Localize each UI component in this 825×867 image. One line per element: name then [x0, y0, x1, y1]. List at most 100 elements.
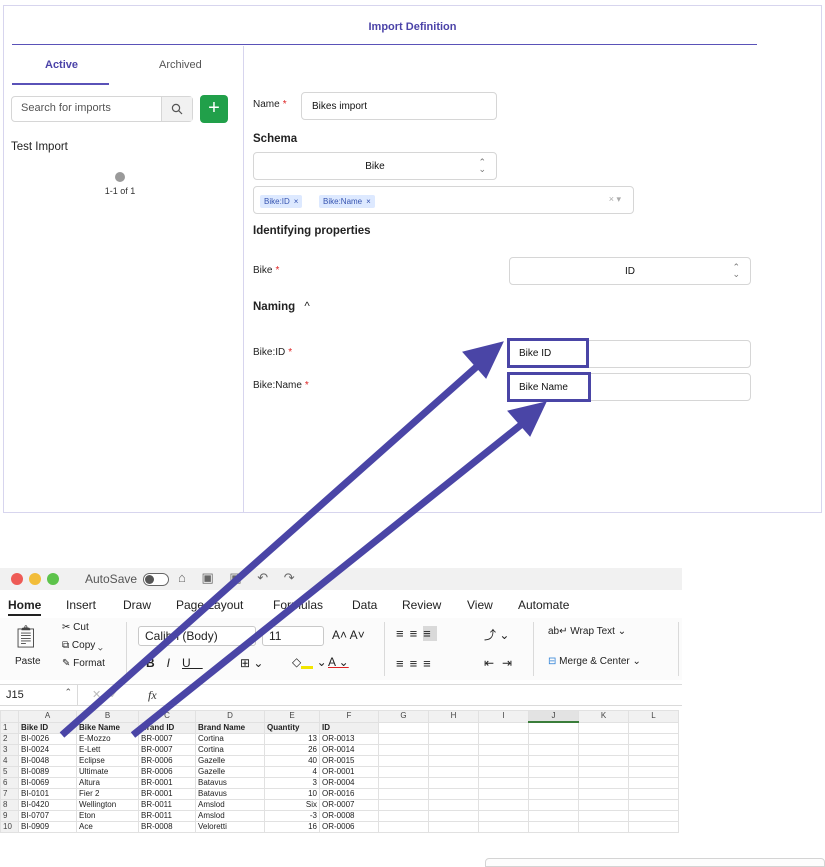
autosave-toggle[interactable]: [143, 573, 169, 586]
pagination-dot[interactable]: [115, 172, 125, 182]
table-cell[interactable]: 3: [264, 776, 320, 789]
cut-button[interactable]: ✂︎ Cut: [62, 622, 89, 633]
row-header[interactable]: 5: [0, 765, 19, 778]
table-cell[interactable]: -3: [264, 809, 320, 822]
chip-remove-icon[interactable]: ×: [366, 197, 371, 206]
table-cell[interactable]: Gazelle: [195, 754, 265, 767]
table-cell[interactable]: [478, 732, 529, 745]
table-cell[interactable]: BR-0007: [138, 732, 196, 745]
table-cell[interactable]: OR-0007: [319, 798, 379, 811]
row-header[interactable]: 9: [0, 809, 19, 822]
table-cell[interactable]: BI-0909: [18, 820, 77, 833]
table-cell[interactable]: BR-0008: [138, 820, 196, 833]
table-cell[interactable]: [578, 787, 629, 800]
table-cell[interactable]: [378, 776, 429, 789]
tab-archived[interactable]: Archived: [159, 59, 202, 71]
quick-access-icons[interactable]: ⌂ ▣ ▣ ↶ ↷: [178, 570, 301, 586]
table-cell[interactable]: [478, 820, 529, 833]
table-cell[interactable]: 40: [264, 754, 320, 767]
table-cell[interactable]: 10: [264, 787, 320, 800]
table-cell[interactable]: [528, 743, 579, 756]
table-cell[interactable]: Bike ID: [18, 721, 77, 734]
table-cell[interactable]: [628, 743, 679, 756]
table-cell[interactable]: [578, 721, 629, 734]
table-cell[interactable]: BR-0001: [138, 787, 196, 800]
bold-italic-underline-icons[interactable]: BIU: [146, 656, 203, 670]
table-cell[interactable]: [478, 798, 529, 811]
table-cell[interactable]: [578, 732, 629, 745]
menu-tab-formulas[interactable]: Formulas: [273, 598, 323, 612]
identifying-property-select[interactable]: ID ⌃ ⌄: [509, 257, 751, 285]
table-cell[interactable]: [628, 787, 679, 800]
search-input[interactable]: [21, 102, 161, 114]
table-cell[interactable]: [478, 721, 529, 734]
table-cell[interactable]: OR-0008: [319, 809, 379, 822]
table-cell[interactable]: Batavus: [195, 776, 265, 789]
table-cell[interactable]: [578, 754, 629, 767]
column-header[interactable]: A: [18, 710, 77, 723]
table-cell[interactable]: BI-0048: [18, 754, 77, 767]
table-cell[interactable]: Eclipse: [76, 754, 139, 767]
table-cell[interactable]: 16: [264, 820, 320, 833]
merge-center-button[interactable]: ⊟ Merge & Center ⌄: [548, 656, 641, 667]
table-cell[interactable]: Brand Name: [195, 721, 265, 734]
table-cell[interactable]: BI-0089: [18, 765, 77, 778]
table-cell[interactable]: [528, 776, 579, 789]
column-header[interactable]: F: [319, 710, 379, 723]
table-cell[interactable]: Amslod: [195, 798, 265, 811]
table-cell[interactable]: E-Mozzo: [76, 732, 139, 745]
table-cell[interactable]: [628, 721, 679, 734]
table-cell[interactable]: [478, 787, 529, 800]
table-cell[interactable]: [478, 809, 529, 822]
table-cell[interactable]: BI-0026: [18, 732, 77, 745]
menu-tab-insert[interactable]: Insert: [66, 598, 96, 612]
schema-properties-multiselect[interactable]: Bike:ID × Bike:Name × × ▾: [253, 186, 634, 214]
fx-icon[interactable]: fx: [148, 688, 157, 703]
table-cell[interactable]: [378, 798, 429, 811]
table-cell[interactable]: [378, 765, 429, 778]
column-header[interactable]: G: [378, 710, 429, 723]
row-header[interactable]: 8: [0, 798, 19, 811]
paste-button[interactable]: Paste: [15, 656, 41, 667]
table-cell[interactable]: OR-0014: [319, 743, 379, 756]
table-cell[interactable]: OR-0004: [319, 776, 379, 789]
column-header[interactable]: H: [428, 710, 479, 723]
table-cell[interactable]: Six: [264, 798, 320, 811]
menu-tab-home[interactable]: Home: [8, 598, 42, 616]
table-cell[interactable]: [478, 776, 529, 789]
row-header[interactable]: 2: [0, 732, 19, 745]
tab-active[interactable]: Active: [45, 59, 78, 71]
vertical-align-icons[interactable]: ≡≡≡: [396, 626, 437, 641]
table-cell[interactable]: [478, 754, 529, 767]
row-header[interactable]: 6: [0, 776, 19, 789]
table-cell[interactable]: [478, 743, 529, 756]
table-cell[interactable]: [478, 765, 529, 778]
table-cell[interactable]: [428, 743, 479, 756]
menu-tab-page-layout[interactable]: Page Layout: [176, 598, 243, 612]
table-cell[interactable]: [378, 809, 429, 822]
table-cell[interactable]: BI-0420: [18, 798, 77, 811]
row-header[interactable]: 7: [0, 787, 19, 800]
table-cell[interactable]: [428, 798, 479, 811]
row-header[interactable]: 4: [0, 754, 19, 767]
minimize-window-icon[interactable]: [29, 573, 41, 585]
table-cell[interactable]: BI-0707: [18, 809, 77, 822]
chevron-up-icon[interactable]: ^: [304, 301, 309, 313]
table-cell[interactable]: [528, 787, 579, 800]
font-name-select[interactable]: Calibri (Body): [138, 626, 256, 646]
table-cell[interactable]: [628, 809, 679, 822]
table-cell[interactable]: 13: [264, 732, 320, 745]
menu-tab-view[interactable]: View: [467, 598, 493, 612]
menu-tab-data[interactable]: Data: [352, 598, 377, 612]
table-cell[interactable]: BI-0024: [18, 743, 77, 756]
table-cell[interactable]: [428, 754, 479, 767]
table-cell[interactable]: BR-0006: [138, 754, 196, 767]
table-cell[interactable]: [428, 721, 479, 734]
table-cell[interactable]: [578, 776, 629, 789]
table-cell[interactable]: Eton: [76, 809, 139, 822]
column-header[interactable]: E: [264, 710, 320, 723]
table-cell[interactable]: Gazelle: [195, 765, 265, 778]
table-cell[interactable]: [378, 721, 429, 734]
table-cell[interactable]: [428, 787, 479, 800]
zoom-window-icon[interactable]: [47, 573, 59, 585]
